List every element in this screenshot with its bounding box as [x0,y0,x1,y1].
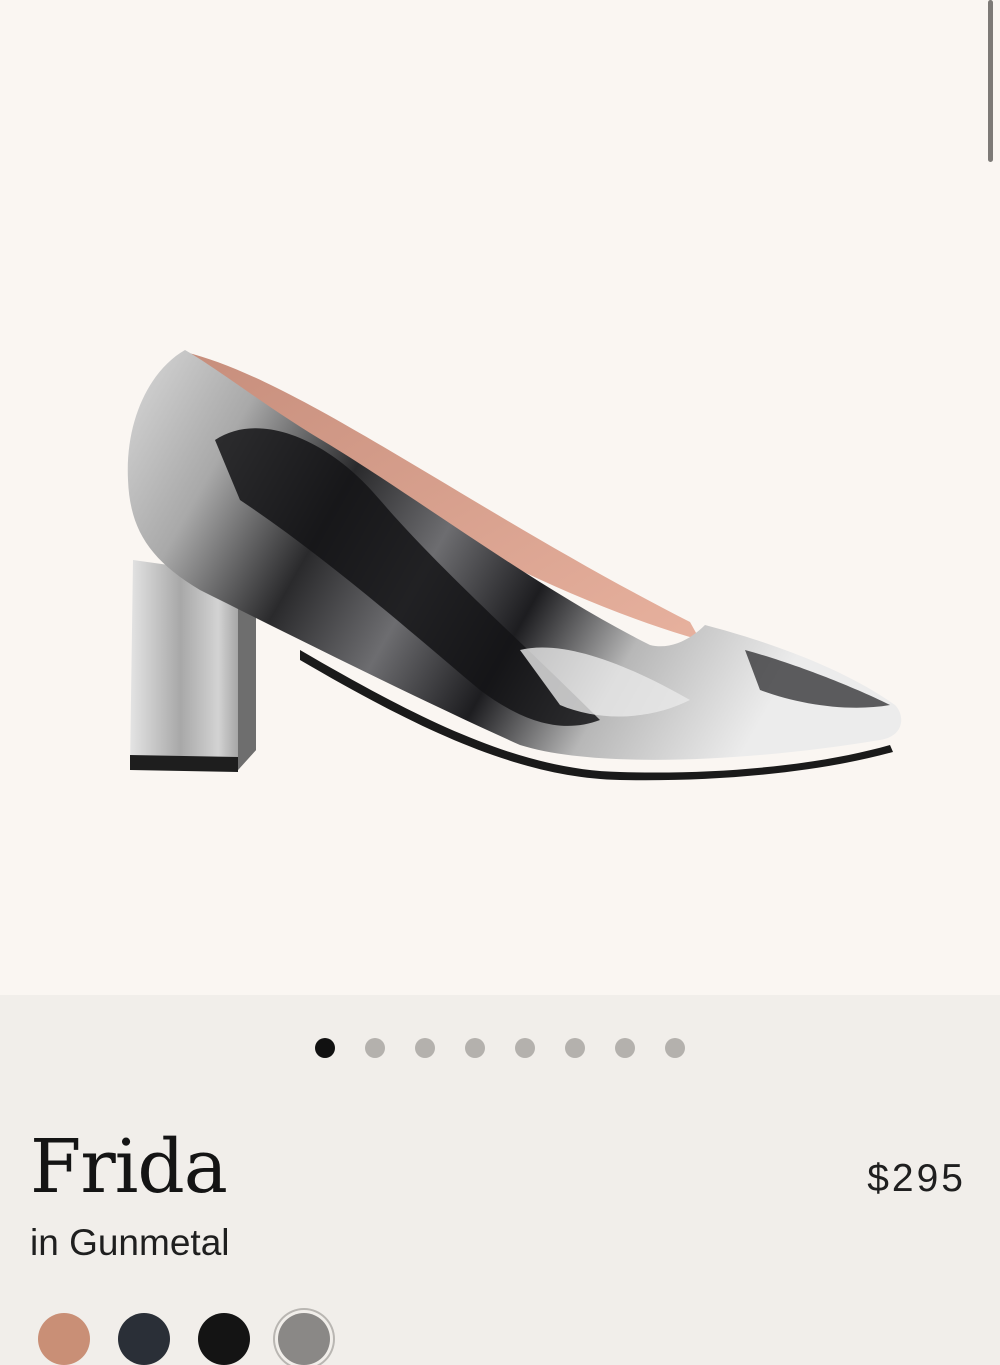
carousel-dot[interactable] [515,1038,535,1058]
product-image-gallery[interactable] [0,0,1000,995]
scrollbar[interactable] [988,0,993,162]
color-swatch-black[interactable] [198,1313,250,1365]
carousel-indicator[interactable] [315,1038,685,1058]
color-swatch-navy[interactable] [118,1313,170,1365]
carousel-dot[interactable] [365,1038,385,1058]
product-image [127,350,902,781]
carousel-dot[interactable] [315,1038,335,1058]
carousel-dot[interactable] [615,1038,635,1058]
carousel-dot[interactable] [465,1038,485,1058]
color-swatch-gunmetal[interactable] [278,1313,330,1365]
color-swatch-blush[interactable] [38,1313,90,1365]
product-price: $295 [867,1157,966,1200]
carousel-dot[interactable] [665,1038,685,1058]
carousel-dot[interactable] [415,1038,435,1058]
color-swatches [38,1313,330,1365]
product-title: Frida [30,1124,228,1210]
carousel-dot[interactable] [565,1038,585,1058]
product-color-name: in Gunmetal [30,1222,230,1263]
